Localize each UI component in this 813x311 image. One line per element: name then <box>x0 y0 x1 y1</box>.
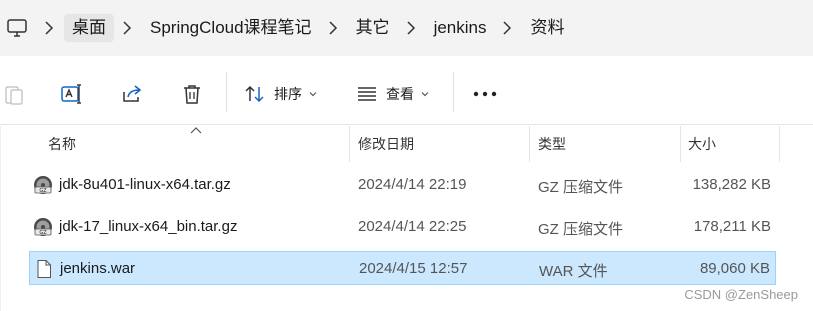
chevron-down-icon <box>309 92 317 97</box>
view-list-icon <box>358 87 376 101</box>
chevron-down-icon <box>421 92 429 97</box>
breadcrumb-item-desktop[interactable]: 桌面 <box>64 14 114 42</box>
chevron-right-icon[interactable] <box>402 19 420 37</box>
column-divider[interactable] <box>779 126 780 162</box>
sort-ascending-icon <box>190 127 202 134</box>
file-type: GZ 压缩文件 <box>538 179 623 196</box>
column-divider[interactable] <box>349 126 350 162</box>
file-name: jenkins.war <box>60 260 136 277</box>
gz-archive-icon: GZ <box>34 218 52 236</box>
column-divider[interactable] <box>680 126 681 162</box>
breadcrumb: 桌面 SpringCloud课程笔记 其它 jenkins 资料 <box>36 0 572 56</box>
breadcrumb-item-materials[interactable]: 资料 <box>522 14 572 42</box>
chevron-right-icon[interactable] <box>324 19 342 37</box>
file-row[interactable]: GZ jdk-17_linux-x64_bin.tar.gz 2024/4/14… <box>29 210 776 244</box>
file-icon <box>37 260 51 278</box>
breadcrumb-item-springcloud-notes[interactable]: SpringCloud课程笔记 <box>142 14 320 42</box>
delete-icon[interactable] <box>180 82 204 106</box>
share-icon[interactable] <box>120 82 144 106</box>
column-header-size[interactable]: 大小 <box>688 126 716 162</box>
breadcrumb-item-jenkins[interactable]: jenkins <box>426 14 495 42</box>
watermark: CSDN @ZenSheep <box>684 287 798 302</box>
column-divider[interactable] <box>529 126 530 162</box>
sort-icon <box>245 85 264 103</box>
file-modified-date: 2024/4/14 22:25 <box>358 218 467 235</box>
toolbar-separator <box>226 72 227 112</box>
chevron-right-icon[interactable] <box>40 19 58 37</box>
file-type: WAR 文件 <box>539 263 608 280</box>
view-label: 查看 <box>386 86 414 102</box>
more-options-icon[interactable] <box>472 90 498 98</box>
sort-label: 排序 <box>274 86 302 102</box>
file-row[interactable]: GZ jdk-8u401-linux-x64.tar.gz 2024/4/14 … <box>29 168 776 202</box>
svg-text:GZ: GZ <box>39 188 47 194</box>
address-bar: 桌面 SpringCloud课程笔记 其它 jenkins 资料 <box>0 0 813 56</box>
file-modified-date: 2024/4/14 22:19 <box>358 176 467 193</box>
file-row-selected[interactable]: jenkins.war 2024/4/15 12:57 WAR 文件 89,06… <box>29 251 776 285</box>
breadcrumb-item-other[interactable]: 其它 <box>348 14 398 42</box>
column-header-row: 名称 修改日期 类型 大小 <box>0 126 813 162</box>
paste-icon[interactable] <box>2 82 26 106</box>
file-modified-date: 2024/4/15 12:57 <box>359 260 468 277</box>
file-type: GZ 压缩文件 <box>538 221 623 238</box>
gz-archive-icon: GZ <box>34 176 52 194</box>
toolbar-separator <box>453 72 454 112</box>
file-size: 89,060 KB <box>699 260 770 277</box>
svg-text:GZ: GZ <box>39 230 47 236</box>
file-name: jdk-17_linux-x64_bin.tar.gz <box>59 218 238 235</box>
rename-icon[interactable] <box>60 82 84 106</box>
file-size: 178,211 KB <box>693 218 771 235</box>
sort-button[interactable]: 排序 <box>244 80 318 108</box>
file-size: 138,282 KB <box>692 176 771 193</box>
column-header-type[interactable]: 类型 <box>538 126 566 162</box>
file-name: jdk-8u401-linux-x64.tar.gz <box>59 176 231 193</box>
chevron-right-icon[interactable] <box>498 19 516 37</box>
column-header-modified[interactable]: 修改日期 <box>358 126 414 162</box>
view-button[interactable]: 查看 <box>356 80 430 108</box>
column-header-name[interactable]: 名称 <box>48 126 76 162</box>
chevron-right-icon[interactable] <box>118 19 136 37</box>
this-pc-icon[interactable] <box>6 17 28 39</box>
command-bar: 排序 查看 <box>0 60 813 125</box>
